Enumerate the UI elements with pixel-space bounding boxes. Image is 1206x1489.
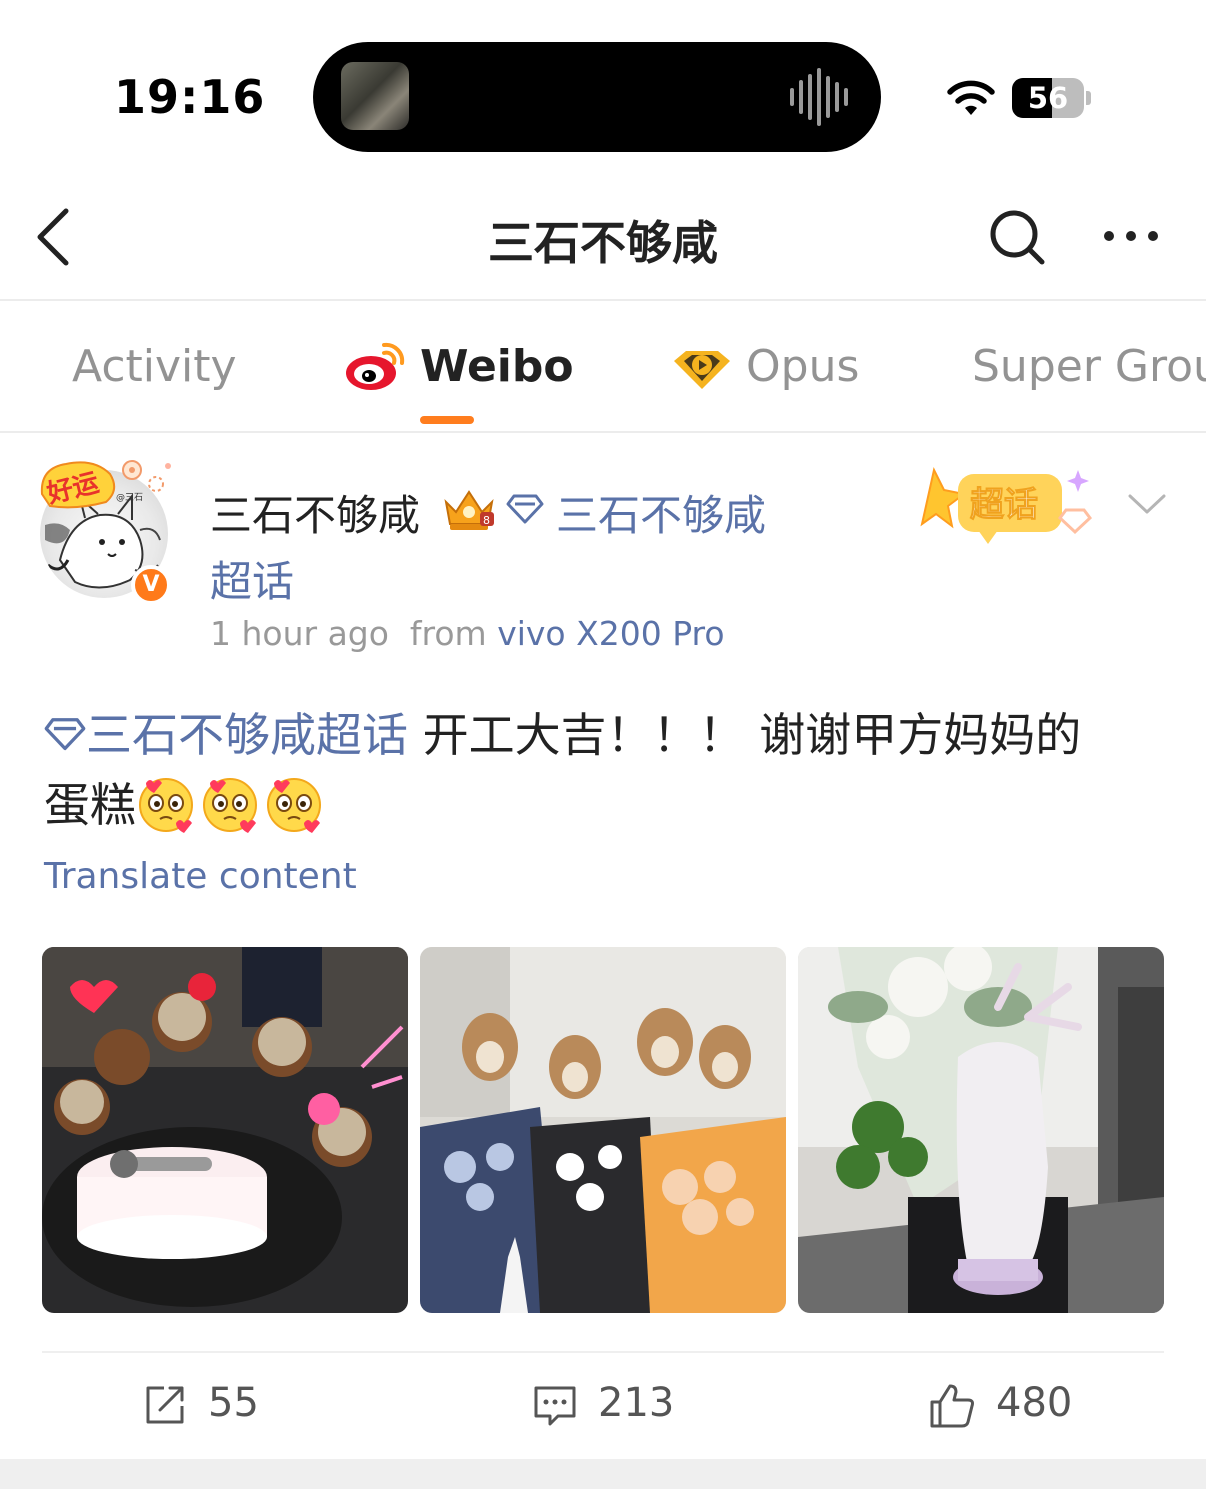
audio-wave-icon — [790, 68, 848, 126]
post-meta: 1 hour ago from vivo X200 Pro — [210, 614, 725, 653]
chaohua-badge[interactable]: 超话 — [918, 460, 1108, 550]
like-count: 480 — [996, 1380, 1073, 1426]
active-tab-indicator — [420, 416, 474, 424]
repost-icon — [146, 1386, 184, 1424]
lucky-sticker: 好运 — [40, 461, 116, 510]
crying-heart-emoji-icon — [203, 777, 257, 833]
crying-heart-emoji-icon — [267, 777, 321, 833]
thumbs-up-icon — [930, 1384, 974, 1428]
tab-opus[interactable]: Opus — [746, 341, 859, 392]
username[interactable]: 三石不够咸 — [210, 482, 420, 543]
post-topic-link[interactable]: 三石不够咸超话 — [86, 708, 408, 762]
weibo-logo-icon — [346, 342, 405, 390]
profile-tabs: Activity Weibo Opus Super Grou — [0, 303, 1206, 433]
verified-badge: V — [131, 565, 171, 605]
now-playing-thumbnail — [341, 62, 409, 130]
feed-separator — [0, 1459, 1206, 1489]
translate-content-link[interactable]: Translate content — [44, 856, 357, 897]
post-time: 1 hour ago — [210, 614, 389, 653]
topic-diamond-icon — [44, 717, 86, 750]
chaohua-badge-label: 超话 — [970, 485, 1038, 525]
repost-button[interactable]: 55 — [142, 1380, 292, 1428]
status-time: 19:16 — [114, 70, 266, 124]
search-icon[interactable] — [988, 208, 1046, 266]
post-text-body: 开工大吉！！！ 谢谢甲方妈妈的 — [408, 708, 1082, 762]
comment-button[interactable]: 213 — [532, 1380, 692, 1428]
photo-deer-statue[interactable] — [798, 947, 1164, 1313]
photo-plush-bouquets[interactable] — [420, 947, 786, 1313]
battery-nub — [1086, 91, 1091, 105]
battery-icon: 56 — [1012, 78, 1084, 118]
supertopic-link-suffix[interactable]: 超话 — [210, 548, 294, 609]
svg-text:8: 8 — [483, 514, 490, 527]
post-text-line-1: 三石不够咸超话 开工大吉！！！ 谢谢甲方妈妈的 — [44, 700, 1174, 770]
nav-bar: 三石不够咸 — [0, 175, 1206, 301]
repost-count: 55 — [208, 1380, 259, 1426]
tab-super-group[interactable]: Super Grou — [972, 341, 1206, 392]
post-source[interactable]: vivo X200 Pro — [497, 614, 724, 653]
action-divider — [42, 1351, 1164, 1353]
chevron-down-icon[interactable] — [1126, 490, 1168, 518]
post-from-label: from — [409, 614, 487, 653]
tab-activity[interactable]: Activity — [72, 341, 237, 392]
post-text-line-2: 蛋糕 — [44, 770, 1174, 840]
comment-count: 213 — [598, 1380, 675, 1426]
more-icon[interactable] — [1100, 223, 1162, 249]
crown-level-icon: 8 — [444, 490, 494, 530]
like-button[interactable]: 480 — [928, 1380, 1088, 1428]
tab-weibo[interactable]: Weibo — [420, 341, 574, 392]
supertopic-diamond-icon — [506, 494, 544, 524]
comment-icon — [534, 1386, 576, 1426]
battery-percent: 56 — [1027, 81, 1069, 115]
photo-cakes[interactable] — [42, 947, 408, 1313]
supertopic-link[interactable]: 三石不够咸 — [556, 482, 766, 543]
post-text-cake: 蛋糕 — [44, 778, 136, 832]
post-text: 三石不够咸超话 开工大吉！！！ 谢谢甲方妈妈的 蛋糕 — [44, 700, 1174, 840]
crying-heart-emoji-icon — [139, 777, 193, 833]
dynamic-island[interactable] — [313, 42, 881, 152]
avatar-decoration — [122, 460, 171, 492]
wifi-icon — [947, 80, 995, 115]
status-bar: 19:16 56 — [0, 0, 1206, 175]
opus-play-icon — [674, 351, 730, 389]
